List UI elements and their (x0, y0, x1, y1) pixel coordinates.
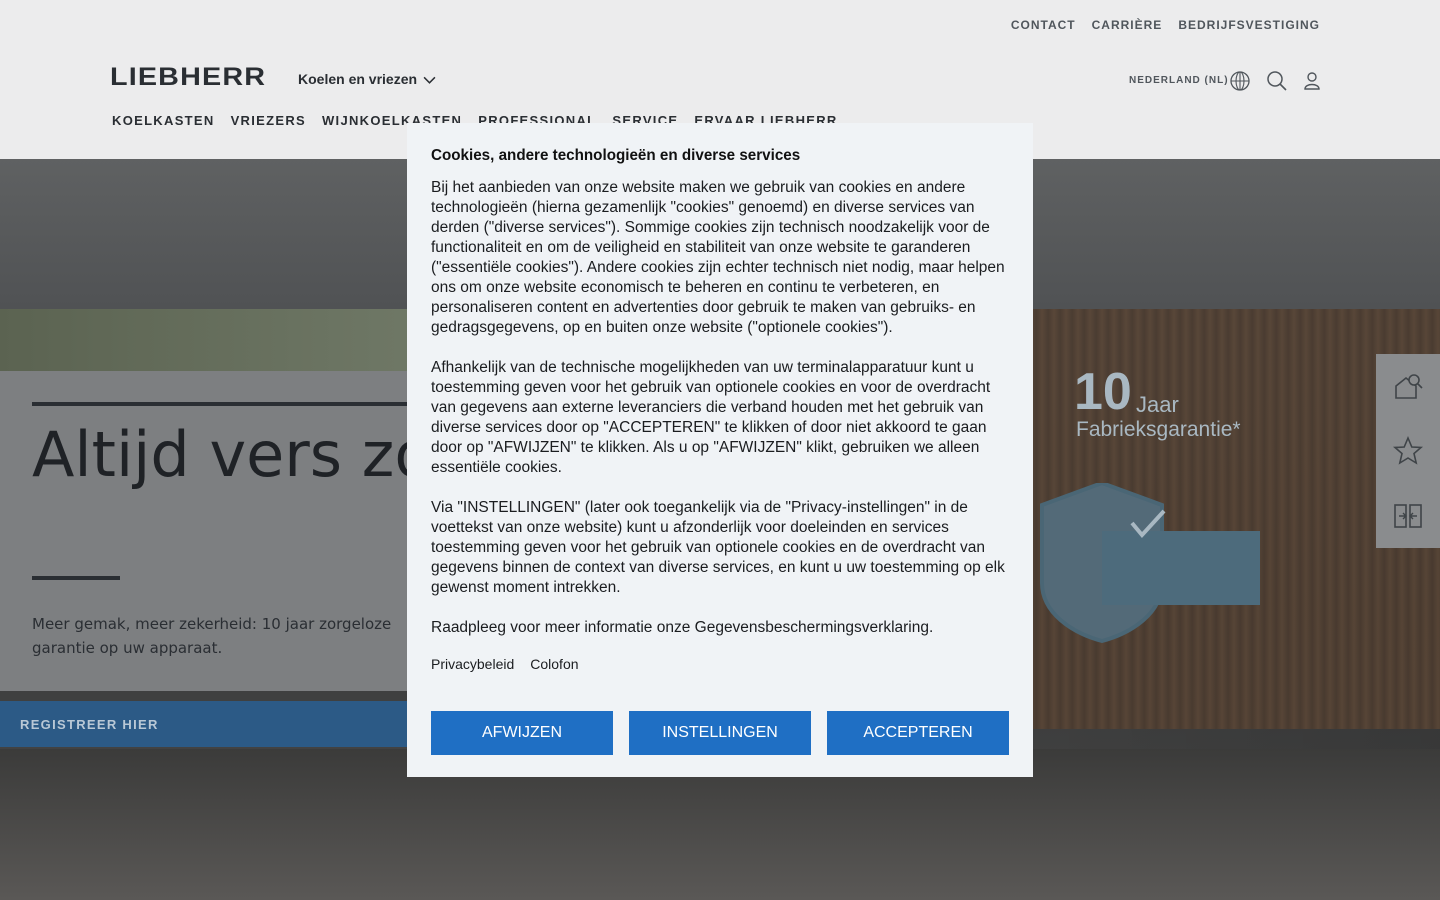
dialog-paragraph: Raadpleeg voor meer informatie onze Gege… (431, 619, 934, 636)
top-links: CONTACT CARRIÈRE BEDRIJFSVESTIGING (1011, 18, 1320, 32)
careers-link[interactable]: CARRIÈRE (1092, 18, 1163, 32)
house-search-icon[interactable] (1392, 370, 1424, 402)
globe-icon[interactable] (1229, 70, 1251, 92)
compare-icon[interactable] (1392, 500, 1424, 532)
dialog-paragraph: Afhankelijk van de technische mogelijkhe… (431, 359, 991, 476)
cookie-consent-dialog: Cookies, andere technologieën en diverse… (407, 123, 1033, 777)
dialog-buttons: AFWIJZEN INSTELLINGEN ACCEPTEREN (431, 711, 1009, 755)
nav-koelkasten[interactable]: KOELKASTEN (112, 113, 215, 128)
register-button[interactable]: REGISTREER HIER (0, 701, 420, 747)
badge-unit: Jaar (1136, 392, 1179, 417)
hero-divider (32, 576, 120, 580)
hero-text: Meer gemak, meer zekerheid: 10 jaar zorg… (32, 615, 392, 657)
user-icon[interactable] (1301, 70, 1323, 92)
locale-label[interactable]: NEDERLAND (NL) (1129, 75, 1229, 86)
hero-title: Altijd vers zonder compromis. (32, 418, 432, 491)
privacy-policy-link[interactable]: Privacybeleid (431, 656, 514, 672)
search-icon[interactable] (1266, 70, 1288, 92)
liebherr-logo[interactable]: LIEBHERR (110, 63, 266, 92)
colofon-link[interactable]: Colofon (530, 656, 578, 672)
warranty-shield-icon (1040, 483, 1260, 643)
badge-label: Fabrieksgarantie* (1076, 418, 1241, 441)
hero-top-line (32, 402, 432, 406)
dialog-paragraph: Via "INSTELLINGEN" (later ook toegankeli… (431, 499, 1005, 596)
hero-window (0, 309, 420, 371)
dialog-title: Cookies, andere technologieën en diverse… (431, 147, 801, 164)
settings-button[interactable]: INSTELLINGEN (629, 711, 811, 755)
nav-vriezers[interactable]: VRIEZERS (231, 113, 306, 128)
category-label: Koelen en vriezen (298, 71, 418, 87)
badge-number: 10 (1074, 363, 1132, 421)
star-icon[interactable] (1392, 435, 1424, 467)
dialog-paragraph: Bij het aanbieden van onze website maken… (431, 179, 1005, 336)
chevron-down-icon (423, 76, 436, 84)
dialog-links: Privacybeleid Colofon (431, 656, 1009, 672)
contact-link[interactable]: CONTACT (1011, 18, 1076, 32)
accept-button[interactable]: ACCEPTEREN (827, 711, 1009, 755)
reject-button[interactable]: AFWIJZEN (431, 711, 613, 755)
side-toolbar (1376, 354, 1440, 548)
category-selector[interactable]: Koelen en vriezen (298, 71, 436, 87)
company-location-link[interactable]: BEDRIJFSVESTIGING (1178, 18, 1320, 32)
